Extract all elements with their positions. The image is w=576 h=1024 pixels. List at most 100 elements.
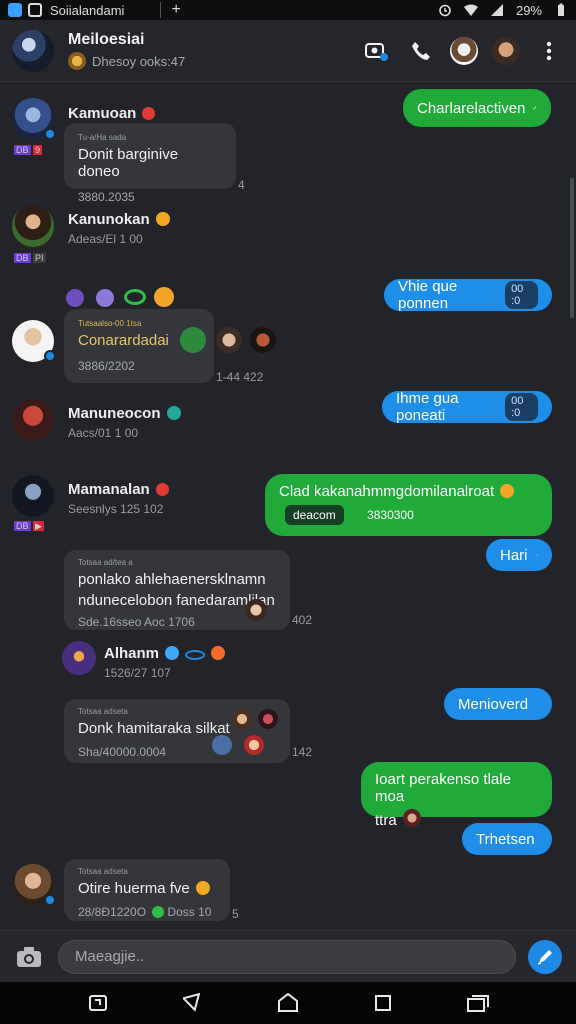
message-text: Vhie que ponnen: [398, 278, 458, 312]
app-icon: [8, 3, 22, 17]
verified-icon: [44, 894, 56, 906]
scrollbar[interactable]: [570, 178, 574, 318]
new-tab-button[interactable]: +: [171, 1, 180, 19]
multiwindow-button[interactable]: [465, 990, 491, 1016]
reaction-emoji[interactable]: [66, 289, 84, 307]
sender-avatar[interactable]: [12, 864, 56, 906]
outgoing-bubble[interactable]: Trhetsen: [462, 823, 552, 855]
read-count: 5: [232, 907, 239, 921]
video-call-button[interactable]: [362, 36, 392, 66]
app-title: Soiialandami: [50, 2, 125, 18]
message-time: 3880.2035: [78, 190, 135, 204]
overview-button[interactable]: [370, 990, 396, 1016]
chat-subtitle: Dhesoy ooks:47: [92, 53, 186, 69]
sender-name[interactable]: Mamanalan: [68, 481, 169, 498]
tab-divider: [160, 2, 162, 18]
recent-apps-icon: [88, 995, 107, 1011]
message-list[interactable]: DB 9 Kamuoan Tu-a/Ha sada Donit barginiv…: [0, 83, 576, 930]
message-time: 28/8Ð1220O Doss 10: [78, 905, 212, 919]
contact-avatar-1[interactable]: [450, 36, 478, 65]
incoming-bubble[interactable]: Tu-a/Ha sada Donit barginive doneo 3880.…: [64, 123, 236, 204]
battery-icon: [558, 3, 564, 16]
message-text: Ihme gua poneati: [396, 390, 459, 424]
check-icon: [533, 106, 537, 110]
outgoing-bubble[interactable]: Charlarelactiven: [403, 89, 551, 127]
bubble-header: Totsaa adseta: [78, 867, 128, 876]
message-text: Otire huerma fve: [78, 880, 216, 897]
reaction-avatar[interactable]: [216, 327, 242, 353]
reaction-avatar[interactable]: [250, 327, 276, 353]
message-time: 3830300: [367, 508, 414, 522]
more-options-button[interactable]: [534, 36, 564, 66]
message-input[interactable]: [58, 939, 516, 974]
outgoing-bubble[interactable]: Menioverd: [444, 688, 552, 720]
contact-avatar-2[interactable]: [492, 36, 520, 65]
reaction-emoji[interactable]: [124, 289, 146, 305]
reaction-avatar[interactable]: [180, 327, 206, 353]
send-button[interactable]: [528, 939, 562, 974]
sender-avatar[interactable]: [12, 475, 54, 517]
reaction-avatar[interactable]: [212, 735, 232, 755]
verified-icon: [44, 350, 56, 362]
voice-call-button[interactable]: [406, 36, 436, 66]
sender-avatar[interactable]: [12, 399, 54, 441]
sender-name[interactable]: Manuneocon: [68, 405, 181, 422]
home-button[interactable]: [275, 990, 301, 1016]
sender-avatar[interactable]: [12, 205, 54, 247]
reaction-emoji[interactable]: [154, 287, 174, 307]
phone-icon: [412, 41, 430, 60]
outgoing-bubble[interactable]: Clad kakanahmmgdomilanalroat deacom 3830…: [265, 474, 552, 536]
status-bar: Soiialandami + 29%: [0, 0, 576, 20]
message-text: Ioart perakenso tlale moa: [375, 771, 511, 805]
tab-switcher-icon[interactable]: [28, 3, 42, 17]
sender-avatar[interactable]: [12, 98, 56, 140]
emoji-icon: [211, 646, 226, 660]
status-emoji-icon: [155, 483, 169, 496]
bubble-header: Tutsaalso-00 1tsa: [78, 319, 142, 328]
chat-header: Meiloesiai Dhesoy ooks:47: [0, 20, 576, 82]
message-text: Trhetsen: [476, 830, 535, 848]
recent-apps-button[interactable]: [85, 990, 111, 1016]
check-icon: [535, 553, 538, 557]
emoji-icon: [152, 906, 165, 918]
status-emoji-icon: [142, 107, 156, 120]
outgoing-bubble[interactable]: Ioart perakenso tlale moa ttra: [361, 762, 552, 829]
sender-tags: DB PI: [14, 253, 46, 263]
outgoing-bubble[interactable]: Hari: [486, 539, 552, 571]
sender-meta: Seesnlys 125 102: [68, 502, 164, 516]
wifi-icon: [463, 4, 478, 16]
bubble-header: Tu-a/Ha sada: [78, 133, 127, 142]
incoming-bubble[interactable]: Totsaa adseta Otire huerma fve 28/8Ð1220…: [64, 859, 230, 921]
sender-name[interactable]: Alhanm: [104, 645, 226, 662]
reaction-avatar[interactable]: [232, 709, 252, 729]
read-count: 402: [292, 613, 313, 627]
back-button[interactable]: [180, 990, 206, 1016]
system-nav-bar: [0, 982, 576, 1024]
message-text: Menioverd: [458, 695, 529, 713]
message-time: 3886/2202: [78, 359, 135, 373]
battery-level: 29%: [515, 2, 542, 18]
avatar: [402, 809, 421, 827]
chat-title[interactable]: Meiloesiai: [68, 31, 185, 49]
message-text: Hari: [500, 546, 528, 564]
reaction-emoji[interactable]: [96, 289, 114, 307]
reaction-avatar[interactable]: [245, 599, 267, 621]
reaction-pill[interactable]: 00 :0: [505, 393, 538, 421]
check-icon: [536, 703, 538, 705]
reaction-avatar[interactable]: [258, 709, 278, 729]
globe-icon: [165, 646, 180, 660]
sender-name[interactable]: Kamuoan: [68, 105, 156, 122]
sender-name[interactable]: Kanunokan: [68, 211, 170, 228]
read-count: 1-44 422: [216, 370, 264, 384]
multiwindow-icon: [467, 995, 490, 1012]
camera-button[interactable]: [14, 942, 44, 972]
group-avatar[interactable]: [12, 29, 54, 72]
home-icon: [277, 993, 298, 1012]
sender-avatar[interactable]: [12, 320, 56, 362]
outgoing-bubble[interactable]: Vhie que ponnen 00 :0: [384, 278, 552, 312]
reaction-avatar[interactable]: [244, 735, 264, 755]
more-vert-icon: [546, 41, 552, 60]
sender-avatar[interactable]: [62, 641, 96, 675]
reaction-pill[interactable]: 00 :0: [505, 281, 538, 309]
outgoing-bubble[interactable]: Ihme gua poneati 00 :0: [382, 390, 552, 424]
